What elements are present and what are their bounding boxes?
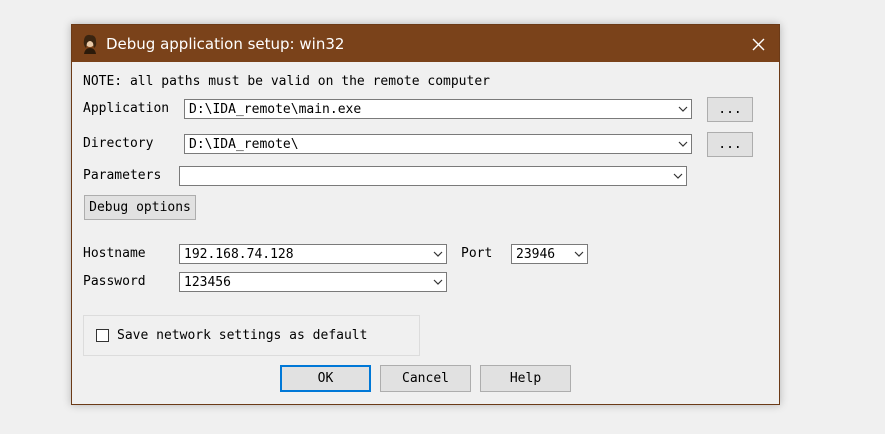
chevron-down-icon <box>574 251 584 257</box>
close-button[interactable] <box>743 29 773 59</box>
ida-logo-icon <box>83 34 97 54</box>
directory-combo[interactable]: D:\IDA_remote\ <box>184 134 692 154</box>
debug-setup-dialog: Debug application setup: win32 NOTE: all… <box>71 24 780 405</box>
save-settings-group: Save network settings as default <box>83 315 420 356</box>
directory-browse-button[interactable]: ... <box>707 132 753 157</box>
debug-options-button[interactable]: Debug options <box>84 195 196 220</box>
parameters-label: Parameters <box>83 168 162 183</box>
port-value: 23946 <box>516 247 556 262</box>
hostname-label: Hostname <box>83 246 146 261</box>
title-bar[interactable]: Debug application setup: win32 <box>72 25 779 62</box>
port-combo[interactable]: 23946 <box>511 244 588 264</box>
cancel-button[interactable]: Cancel <box>380 365 471 392</box>
chevron-down-icon <box>678 106 688 112</box>
application-label: Application <box>83 101 170 116</box>
password-label: Password <box>83 274 146 289</box>
hostname-value: 192.168.74.128 <box>184 247 294 262</box>
port-label: Port <box>461 246 493 261</box>
save-network-checkbox[interactable] <box>96 329 109 342</box>
application-combo[interactable]: D:\IDA_remote\main.exe <box>184 99 692 119</box>
application-value: D:\IDA_remote\main.exe <box>189 102 362 117</box>
directory-value: D:\IDA_remote\ <box>189 137 299 152</box>
save-network-label[interactable]: Save network settings as default <box>117 328 367 343</box>
help-button[interactable]: Help <box>480 365 571 392</box>
password-combo[interactable]: 123456 <box>179 272 447 292</box>
chevron-down-icon <box>678 141 688 147</box>
application-browse-button[interactable]: ... <box>707 97 753 122</box>
chevron-down-icon <box>433 251 443 257</box>
ok-button[interactable]: OK <box>280 365 371 392</box>
close-icon <box>752 38 764 50</box>
window-title: Debug application setup: win32 <box>106 35 345 53</box>
directory-label: Directory <box>83 136 154 151</box>
chevron-down-icon <box>433 279 443 285</box>
parameters-combo[interactable] <box>179 166 687 186</box>
paths-note: NOTE: all paths must be valid on the rem… <box>83 74 490 89</box>
chevron-down-icon <box>673 173 683 179</box>
hostname-combo[interactable]: 192.168.74.128 <box>179 244 447 264</box>
password-value: 123456 <box>184 275 231 290</box>
